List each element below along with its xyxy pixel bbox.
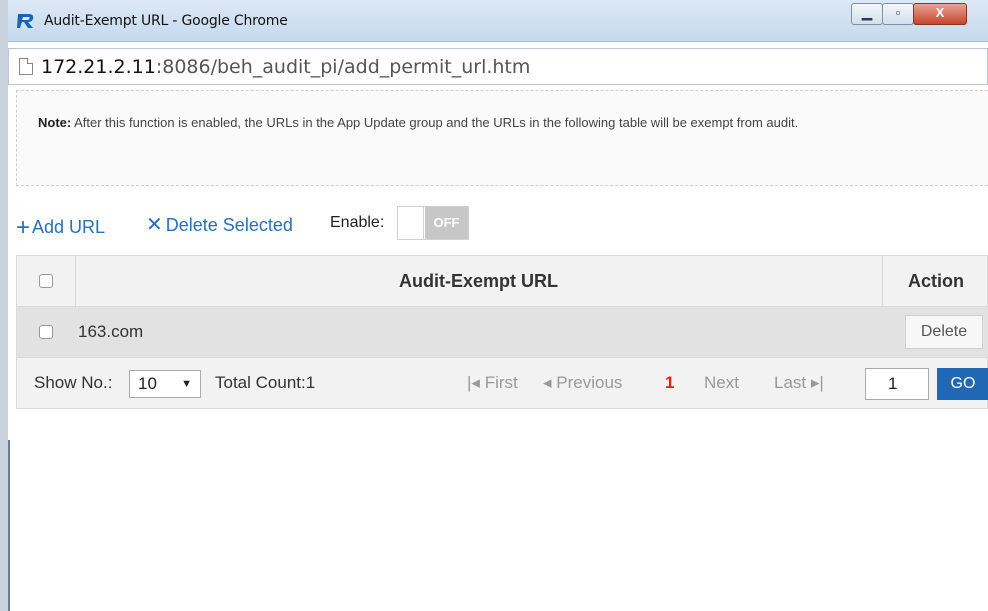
maximize-button[interactable]: ▫ (882, 3, 914, 25)
enable-toggle[interactable]: OFF (397, 206, 469, 240)
previous-page-link[interactable]: ◂ Previous (543, 373, 622, 393)
table-row: 163.com Delete (16, 307, 988, 357)
toggle-knob (398, 207, 424, 239)
toolbar: + Add URL ✕ Delete Selected Enable: OFF (16, 204, 988, 244)
last-page-icon: ▸| (806, 373, 824, 392)
plus-icon: + (16, 214, 31, 241)
last-page-label: Last (774, 373, 807, 392)
select-all-checkbox[interactable] (39, 274, 53, 288)
go-button[interactable]: GO (937, 368, 988, 400)
url-table: Audit-Exempt URL Action 163.com Delete S… (16, 255, 988, 409)
minimize-button[interactable]: ▁ (851, 3, 883, 25)
add-url-label: Add URL (32, 217, 106, 237)
desktop-edge-shadow (8, 440, 10, 611)
url-host: 172.21.2.11 (41, 56, 156, 78)
url-text[interactable]: 172.21.2.11:8086/beh_audit_pi/add_permit… (41, 56, 530, 78)
table-header: Audit-Exempt URL Action (16, 255, 988, 307)
column-header-action: Action (908, 271, 964, 291)
close-icon: X (935, 5, 945, 20)
total-count: Total Count:1 (215, 373, 316, 392)
cross-icon: ✕ (146, 214, 163, 236)
row-checkbox[interactable] (39, 325, 53, 339)
address-bar[interactable]: 172.21.2.11:8086/beh_audit_pi/add_permit… (8, 48, 988, 85)
next-page-link[interactable]: Next (704, 373, 739, 393)
window-titlebar: Audit-Exempt URL - Google Chrome ▁ ▫ X (8, 0, 988, 42)
window-title: Audit-Exempt URL - Google Chrome (44, 13, 288, 29)
delete-selected-button[interactable]: ✕ Delete Selected (146, 212, 293, 237)
last-page-link[interactable]: Last ▸| (774, 373, 824, 393)
note-text: Note: After this function is enabled, th… (38, 107, 978, 139)
page-number-input[interactable]: 1 (865, 368, 929, 400)
column-header-url: Audit-Exempt URL (399, 271, 558, 291)
toggle-state: OFF (425, 207, 468, 239)
ruijie-r-icon (17, 14, 34, 28)
show-no-label: Show No.: (34, 373, 113, 392)
desktop-edge (0, 0, 8, 611)
first-page-label: First (484, 373, 518, 392)
row-url: 163.com (78, 322, 144, 341)
note-body: After this function is enabled, the URLs… (71, 115, 799, 130)
page-icon (19, 58, 33, 75)
page-size-value: 10 (138, 374, 157, 393)
add-url-button[interactable]: + Add URL (16, 212, 106, 241)
delete-selected-label: Delete Selected (165, 215, 293, 235)
close-button[interactable]: X (913, 3, 967, 25)
pagination-bar: Show No.: 10 ▼ Total Count:1 |◂ First ◂ … (16, 357, 988, 409)
previous-page-label: Previous (556, 373, 623, 392)
url-path: :8086/beh_audit_pi/add_permit_url.htm (155, 56, 531, 78)
page-size-select[interactable]: 10 ▼ (129, 370, 201, 398)
previous-page-icon: ◂ (543, 373, 557, 392)
note-label: Note: (38, 115, 72, 130)
maximize-icon: ▫ (895, 5, 901, 20)
enable-label: Enable: (330, 214, 385, 231)
first-page-icon: |◂ (467, 373, 485, 392)
row-delete-button[interactable]: Delete (905, 315, 983, 349)
first-page-link[interactable]: |◂ First (467, 373, 518, 393)
note-box: Note: After this function is enabled, th… (16, 90, 988, 186)
current-page[interactable]: 1 (665, 373, 674, 393)
minimize-icon: ▁ (862, 5, 872, 20)
dropdown-arrow-icon: ▼ (181, 378, 192, 390)
